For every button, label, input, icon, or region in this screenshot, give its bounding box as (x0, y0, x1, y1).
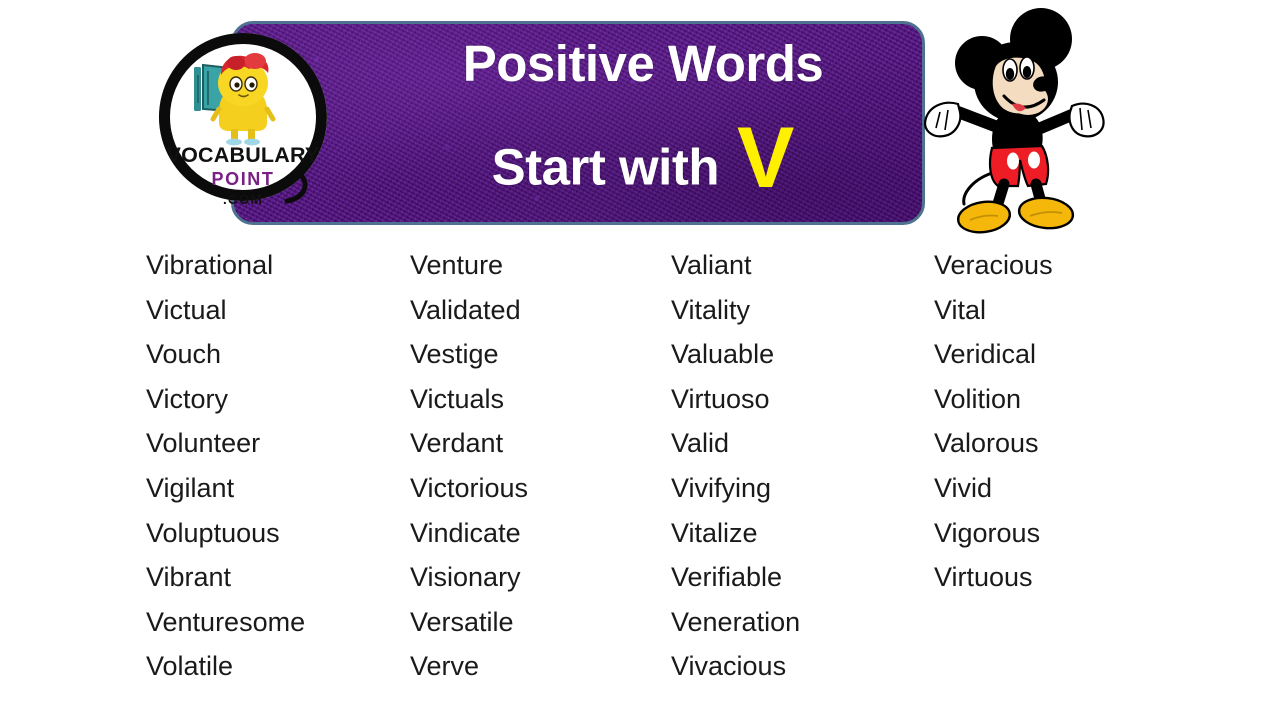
word-item: Virtuous (934, 562, 1033, 593)
word-item: Victorious (410, 472, 529, 503)
word-item: Valiant (671, 250, 752, 280)
word-item: Volatile (146, 651, 234, 682)
word-item: Victuals (410, 383, 505, 414)
highlight-letter-v: V (736, 110, 795, 206)
word-list-grid: Vibrational Victual Vouch Victory Volunteer V… (0, 243, 1279, 703)
word-item: Verifiable (671, 562, 783, 593)
header-banner: Positive Words Start with V (231, 21, 925, 225)
word-item: Vigilant (146, 472, 235, 503)
word-item: Veracious (934, 250, 1053, 280)
word-item: Valuable (671, 339, 775, 370)
word-item: Voluptuous (146, 517, 280, 548)
word-item: Vitalize (671, 517, 758, 548)
banner-title-line2: Start with (491, 138, 720, 196)
word-item: Victual (146, 294, 227, 325)
word-item: Vibrational (146, 250, 274, 280)
word-item: Vitality (671, 294, 751, 325)
word-item: Versatile (410, 606, 514, 637)
word-column-3: Valiant Vitality Valuable Virtuoso Valid Vivi… (671, 243, 800, 689)
word-item: Vibrant (146, 562, 232, 593)
word-column-2: Venture Validated Vestige Victuals Verdant Vi… (410, 243, 528, 689)
word-item: Valid (671, 428, 730, 459)
word-item: Vital (934, 294, 987, 325)
banner-title-line2-row: Start with V (234, 110, 922, 206)
word-item: Vestige (410, 339, 499, 370)
mickey-mouse-character (900, 8, 1118, 243)
word-item: Valorous (934, 428, 1039, 459)
banner-title-line1: Positive Words (462, 35, 824, 92)
logo-brand-line3: .COM (223, 192, 263, 207)
word-item: Validated (410, 294, 521, 325)
word-item: Veneration (671, 606, 801, 637)
word-item: Vivacious (671, 651, 787, 682)
word-column-4: Veracious Vital Veridical Volition Valorous V… (934, 243, 1053, 600)
logo-brand-line2: POINT (211, 169, 274, 189)
word-item: Vivifying (671, 472, 772, 503)
word-item: Volition (934, 383, 1022, 414)
word-item: Verve (410, 651, 480, 682)
word-item: Venturesome (146, 606, 306, 637)
word-item: Vivid (934, 472, 993, 503)
word-item: Vindicate (410, 517, 521, 548)
word-item: Visionary (410, 562, 521, 593)
vocabulary-point-logo[interactable]: VOCABULARY POINT .COM (151, 27, 335, 211)
word-item: Victory (146, 383, 229, 414)
word-item: Virtuoso (671, 383, 770, 414)
word-column-1: Vibrational Victual Vouch Victory Volunteer V… (146, 243, 305, 689)
word-item: Volunteer (146, 428, 261, 459)
logo-brand-line1: VOCABULARY (167, 143, 320, 167)
word-item: Vigorous (934, 517, 1041, 548)
word-item: Venture (410, 250, 504, 280)
word-item: Verdant (410, 428, 504, 459)
word-item: Veridical (934, 339, 1037, 370)
word-item: Vouch (146, 339, 222, 370)
